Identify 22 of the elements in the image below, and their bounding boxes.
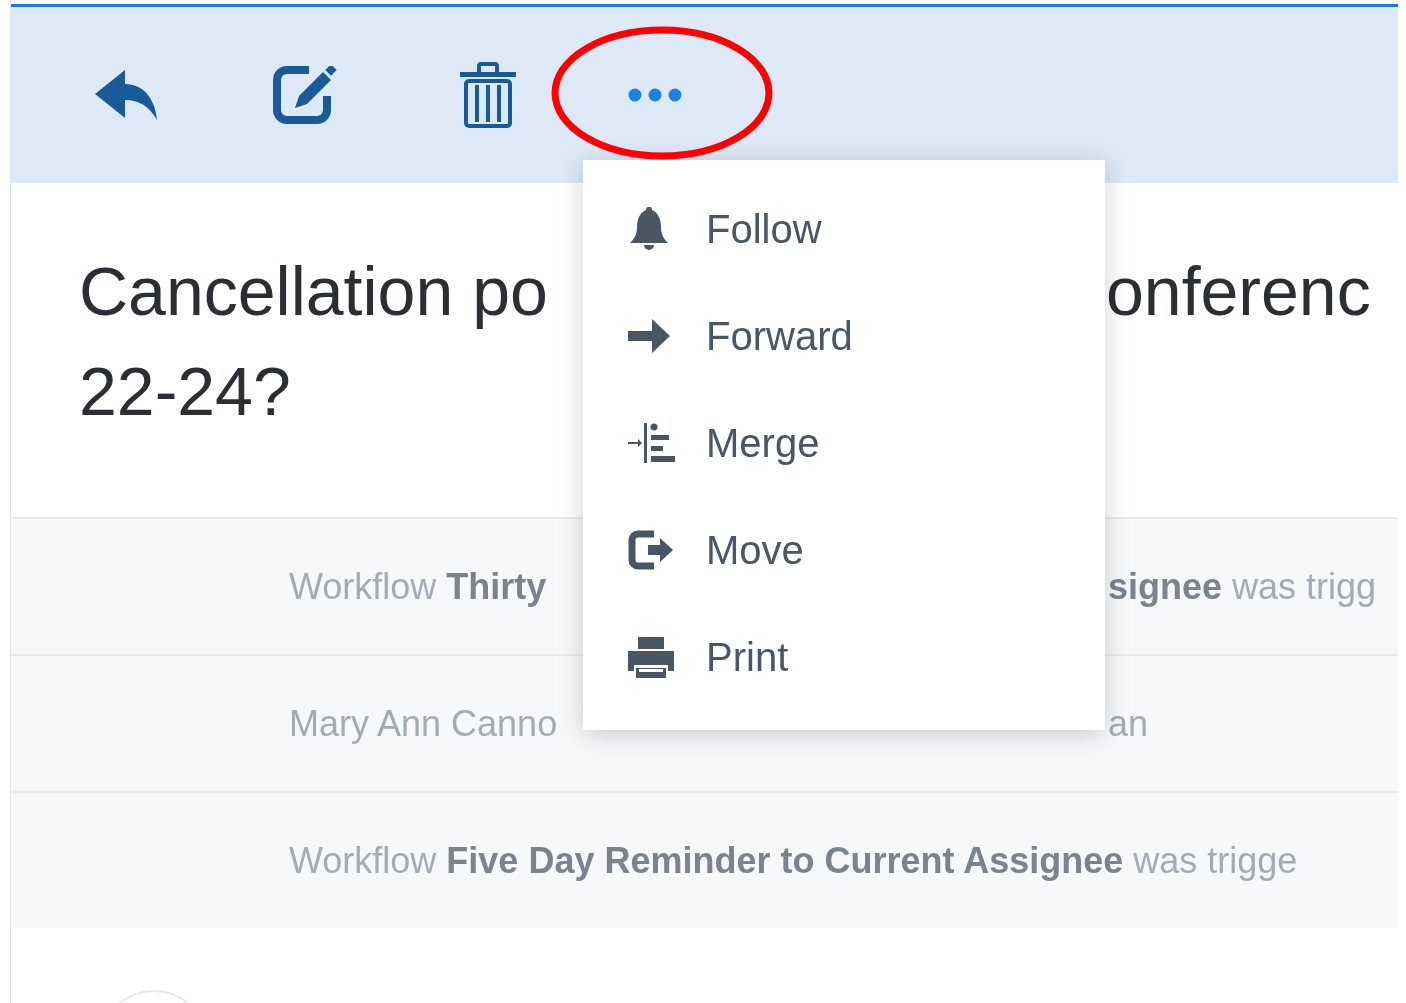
menu-item[interactable]: Forward: [583, 282, 1105, 389]
subject-title: onferenc: [1106, 253, 1371, 329]
edit-icon[interactable]: [273, 66, 337, 124]
bell-icon: [628, 206, 670, 251]
activity-text: Workflow Five Day Reminder to Current Assignee was trigge: [289, 839, 1298, 881]
subject-title: 22-24?: [79, 353, 291, 429]
more-icon[interactable]: [628, 88, 682, 102]
trash-icon[interactable]: [460, 62, 516, 128]
activity-text: Mary Ann Canno: [289, 702, 558, 744]
activity-text: Workflow Thirty: [289, 565, 547, 607]
merge-icon: [628, 422, 676, 463]
activity-text: signee was trigg: [1108, 565, 1377, 607]
subject-title: Cancellation po: [79, 253, 548, 329]
move-icon: [628, 529, 674, 570]
menu-item[interactable]: Follow: [583, 175, 1105, 282]
activity-text: an: [1108, 702, 1149, 744]
menu-item[interactable]: Print: [583, 603, 1105, 710]
menu-item[interactable]: Merge: [583, 389, 1105, 496]
reply-icon[interactable]: [95, 70, 157, 120]
menu-item[interactable]: Move: [583, 496, 1105, 603]
printer-icon: [628, 634, 674, 679]
arrow-right-icon: [628, 318, 670, 353]
